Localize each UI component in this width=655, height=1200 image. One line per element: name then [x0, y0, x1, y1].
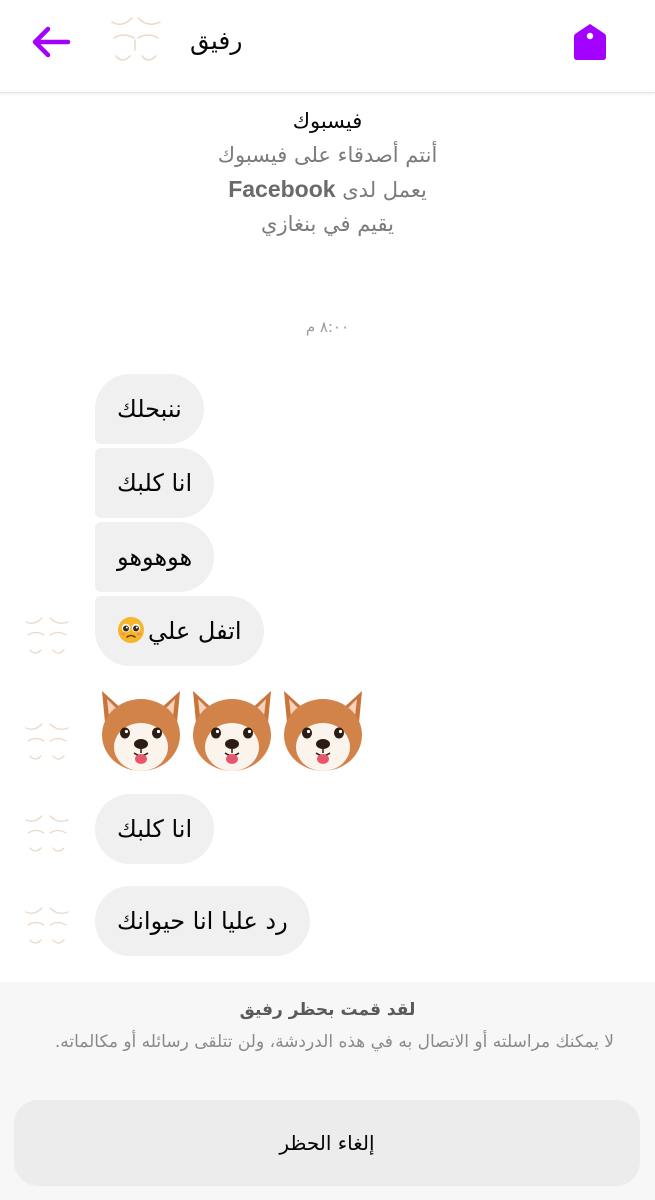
blocked-description: لا يمكنك مراسلته أو الاتصال به في هذه ال…: [54, 1032, 614, 1052]
works-company: Facebook: [228, 176, 336, 202]
tag-icon[interactable]: [571, 22, 609, 62]
message-bubble[interactable]: رد عليا انا حيوانك: [95, 886, 310, 956]
profile-title: فيسبوك: [292, 109, 363, 133]
message-text: ننبحلك: [117, 395, 182, 423]
message-bubble[interactable]: اتفل علي: [95, 596, 264, 666]
unblock-button[interactable]: إلغاء الحظر: [14, 1100, 640, 1186]
contact-profile-summary: فيسبوك أنتم أصدقاء على فيسبوك يعمل لدى F…: [0, 104, 655, 241]
contact-name[interactable]: رفيق: [190, 26, 242, 55]
friends-status: أنتم أصدقاء على فيسبوك: [217, 143, 438, 167]
emoji-message[interactable]: [96, 683, 366, 773]
lives-in: يقيم في بنغازي: [261, 212, 394, 236]
avatar[interactable]: [22, 810, 72, 856]
arrow-left-icon[interactable]: [28, 22, 72, 62]
blocked-notice: لقد قمت بحظر رفيق لا يمكنك مراسلته أو ال…: [0, 982, 655, 1200]
message-text: اتفل علي: [148, 617, 242, 645]
avatar[interactable]: [22, 718, 72, 764]
message-bubble[interactable]: ننبحلك: [95, 374, 204, 444]
message-bubble[interactable]: هوهوهو: [95, 522, 215, 592]
message-bubble[interactable]: انا كلبك: [95, 794, 215, 864]
message-timestamp: ٨:٠٠ م: [305, 318, 350, 336]
works-at: يعمل لدى Facebook: [0, 172, 655, 207]
avatar[interactable]: [104, 10, 166, 66]
blocked-title: لقد قمت بحظر رفيق: [239, 1000, 416, 1020]
works-prefix: يعمل لدى: [342, 178, 427, 202]
pleading-face-icon: [118, 617, 144, 643]
avatar[interactable]: [22, 612, 72, 658]
message-text: رد عليا انا حيوانك: [117, 907, 288, 935]
message-bubble[interactable]: انا كلبك: [95, 448, 215, 518]
message-text: انا كلبك: [117, 815, 193, 843]
message-text: هوهوهو: [117, 543, 193, 571]
chat-header: رفيق: [0, 0, 655, 93]
avatar[interactable]: [22, 902, 72, 948]
message-text: انا كلبك: [117, 469, 193, 497]
